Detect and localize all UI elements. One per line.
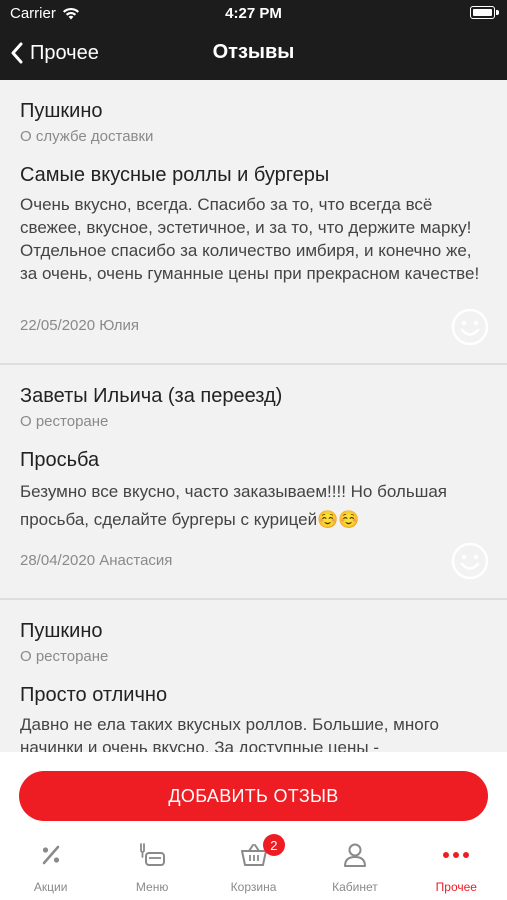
review-text: Очень вкусно, всегда. Спасибо за то, что…: [20, 195, 480, 283]
tab-account[interactable]: Кабинет: [304, 840, 405, 900]
tab-bar: Акции Меню 2 Корзина Кабинет Прочее: [0, 834, 507, 900]
review-date-author: 28/04/2020 Анастасия: [20, 552, 173, 569]
smiley-icon[interactable]: [451, 308, 489, 346]
top-bar: Carrier 4:27 PM Прочее Отзывы: [0, 0, 507, 80]
review-card[interactable]: Заветы Ильича (за переезд) О ресторане П…: [0, 365, 507, 600]
more-dots-icon: [441, 840, 471, 870]
review-category: О службе доставки: [20, 128, 154, 145]
tab-label: Корзина: [230, 880, 277, 894]
review-card[interactable]: Пушкино О ресторане Просто отлично Давно…: [0, 600, 507, 752]
tab-label: Кабинет: [332, 880, 378, 894]
navigation-bar: Прочее Отзывы: [0, 28, 507, 80]
review-date-author: 22/05/2020 Юлия: [20, 317, 139, 334]
tab-label: Акции: [33, 880, 68, 894]
reviews-list[interactable]: Пушкино О службе доставки Самые вкусные …: [0, 80, 507, 752]
clock: 4:27 PM: [225, 5, 282, 22]
review-title: Просто отлично: [20, 684, 168, 706]
review-title: Самые вкусные роллы и бургеры: [20, 164, 330, 186]
tab-more[interactable]: Прочее: [406, 840, 507, 900]
bottom-panel: ДОБАВИТЬ ОТЗЫВ Акции Меню 2 Корзина Каби…: [0, 752, 507, 900]
percent-icon: [36, 840, 66, 870]
review-category: О ресторане: [20, 648, 109, 665]
tab-promotions[interactable]: Акции: [0, 840, 101, 900]
review-place: Пушкино: [20, 100, 103, 122]
review-card[interactable]: Пушкино О службе доставки Самые вкусные …: [0, 80, 507, 365]
review-text: Безумно все вкусно, часто заказываем!!!!…: [20, 482, 448, 529]
menu-food-icon: [137, 840, 167, 870]
smiley-icon[interactable]: [451, 542, 489, 580]
review-place: Заветы Ильича (за переезд): [20, 385, 283, 407]
add-review-button[interactable]: ДОБАВИТЬ ОТЗЫВ: [19, 771, 488, 821]
review-place: Пушкино: [20, 620, 103, 642]
cart-count-badge: 2: [262, 834, 285, 856]
tab-label: Меню: [135, 880, 169, 894]
status-bar: Carrier 4:27 PM: [0, 0, 507, 28]
review-category: О ресторане: [20, 413, 109, 430]
tab-label: Прочее: [435, 880, 477, 894]
user-icon: [340, 840, 370, 870]
review-text: Давно не ела таких вкусных роллов. Больш…: [20, 715, 439, 752]
review-title: Просьба: [20, 449, 100, 471]
tab-menu[interactable]: Меню: [101, 840, 202, 900]
battery-icon: [470, 6, 499, 19]
tab-cart[interactable]: 2 Корзина: [203, 834, 304, 900]
page-title: Отзывы: [212, 41, 295, 63]
